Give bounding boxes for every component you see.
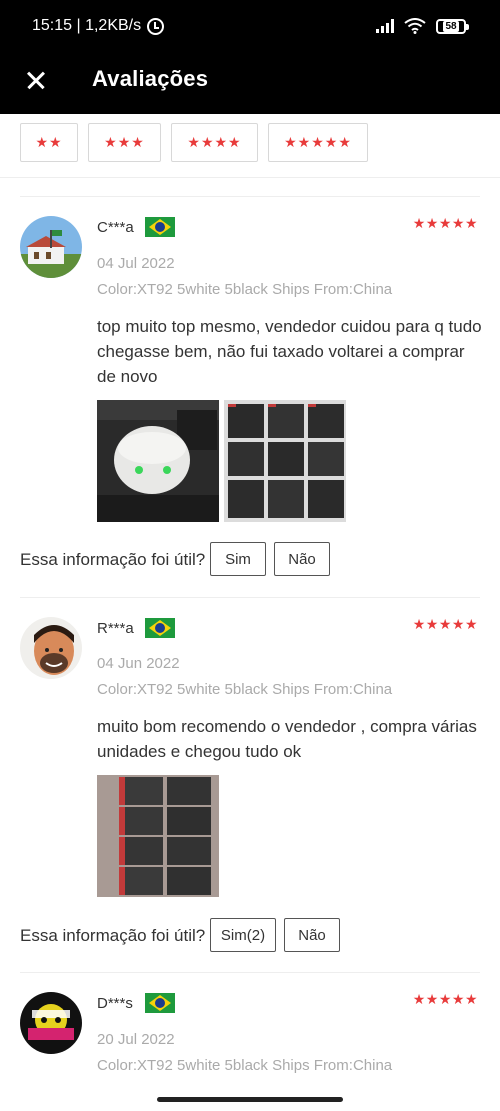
- review-photo[interactable]: [97, 775, 219, 897]
- divider: [20, 972, 480, 973]
- avatar: [20, 617, 82, 679]
- helpful-no-button[interactable]: Não: [284, 918, 340, 952]
- brazil-flag-icon: [145, 993, 175, 1013]
- review-sku: Color:XT92 5white 5black Ships From:Chin…: [97, 681, 393, 698]
- filter-3-stars[interactable]: ★★★: [88, 123, 161, 162]
- status-bar: 15:15 | 1,2KB/s 58: [0, 0, 500, 56]
- status-time-speed: 15:15 | 1,2KB/s: [32, 17, 142, 34]
- app-header: Avaliações: [0, 56, 500, 114]
- brazil-flag-icon: [145, 618, 175, 638]
- battery-icon: 58: [436, 18, 469, 34]
- filter-2-stars[interactable]: ★★: [20, 123, 78, 162]
- close-icon[interactable]: [20, 65, 52, 97]
- battery-level: 58: [443, 20, 459, 32]
- helpful-yes-button[interactable]: Sim(2): [210, 918, 276, 952]
- reviewer-name: D***s: [97, 995, 133, 1012]
- review-date: 04 Jul 2022: [97, 255, 175, 272]
- review-photo[interactable]: [224, 400, 346, 522]
- brazil-flag-icon: [145, 217, 175, 237]
- wifi-icon: [404, 18, 426, 34]
- review-sku: Color:XT92 5white 5black Ships From:Chin…: [97, 281, 393, 298]
- divider: [20, 196, 480, 197]
- helpful-question: Essa informação foi útil?: [20, 550, 206, 569]
- review-text: muito bom recomendo o vendedor , compra …: [97, 717, 477, 761]
- rating-stars: ★★★★★: [412, 991, 478, 1007]
- avatar: [20, 216, 82, 278]
- helpful-question: Essa informação foi útil?: [20, 926, 206, 945]
- rating-stars: ★★★★★: [412, 616, 478, 632]
- reviewer-name: R***a: [97, 620, 134, 637]
- review-date: 04 Jun 2022: [97, 655, 180, 672]
- status-right: 58: [376, 18, 469, 34]
- rating-stars: ★★★★★: [412, 215, 478, 231]
- status-left: 15:15 | 1,2KB/s: [32, 17, 165, 35]
- helpful-yes-button[interactable]: Sim: [210, 542, 266, 576]
- divider: [20, 597, 480, 598]
- review-photo[interactable]: [97, 400, 219, 522]
- filter-5-stars[interactable]: ★★★★★: [268, 123, 368, 162]
- review-date: 20 Jul 2022: [97, 1031, 175, 1048]
- home-indicator[interactable]: [157, 1097, 343, 1102]
- page-title: Avaliações: [92, 66, 209, 91]
- avatar: [20, 992, 82, 1054]
- alarm-icon: [147, 17, 165, 35]
- helpful-no-button[interactable]: Não: [274, 542, 330, 576]
- reviewer-name: C***a: [97, 219, 134, 236]
- filter-4-stars[interactable]: ★★★★: [171, 123, 258, 162]
- review-sku: Color:XT92 5white 5black Ships From:Chin…: [97, 1057, 393, 1074]
- star-filter-bar: ★★ ★★★ ★★★★ ★★★★★: [0, 114, 500, 178]
- review-text: top muito top mesmo, vendedor cuidou par…: [97, 317, 482, 386]
- signal-icon: [376, 19, 394, 33]
